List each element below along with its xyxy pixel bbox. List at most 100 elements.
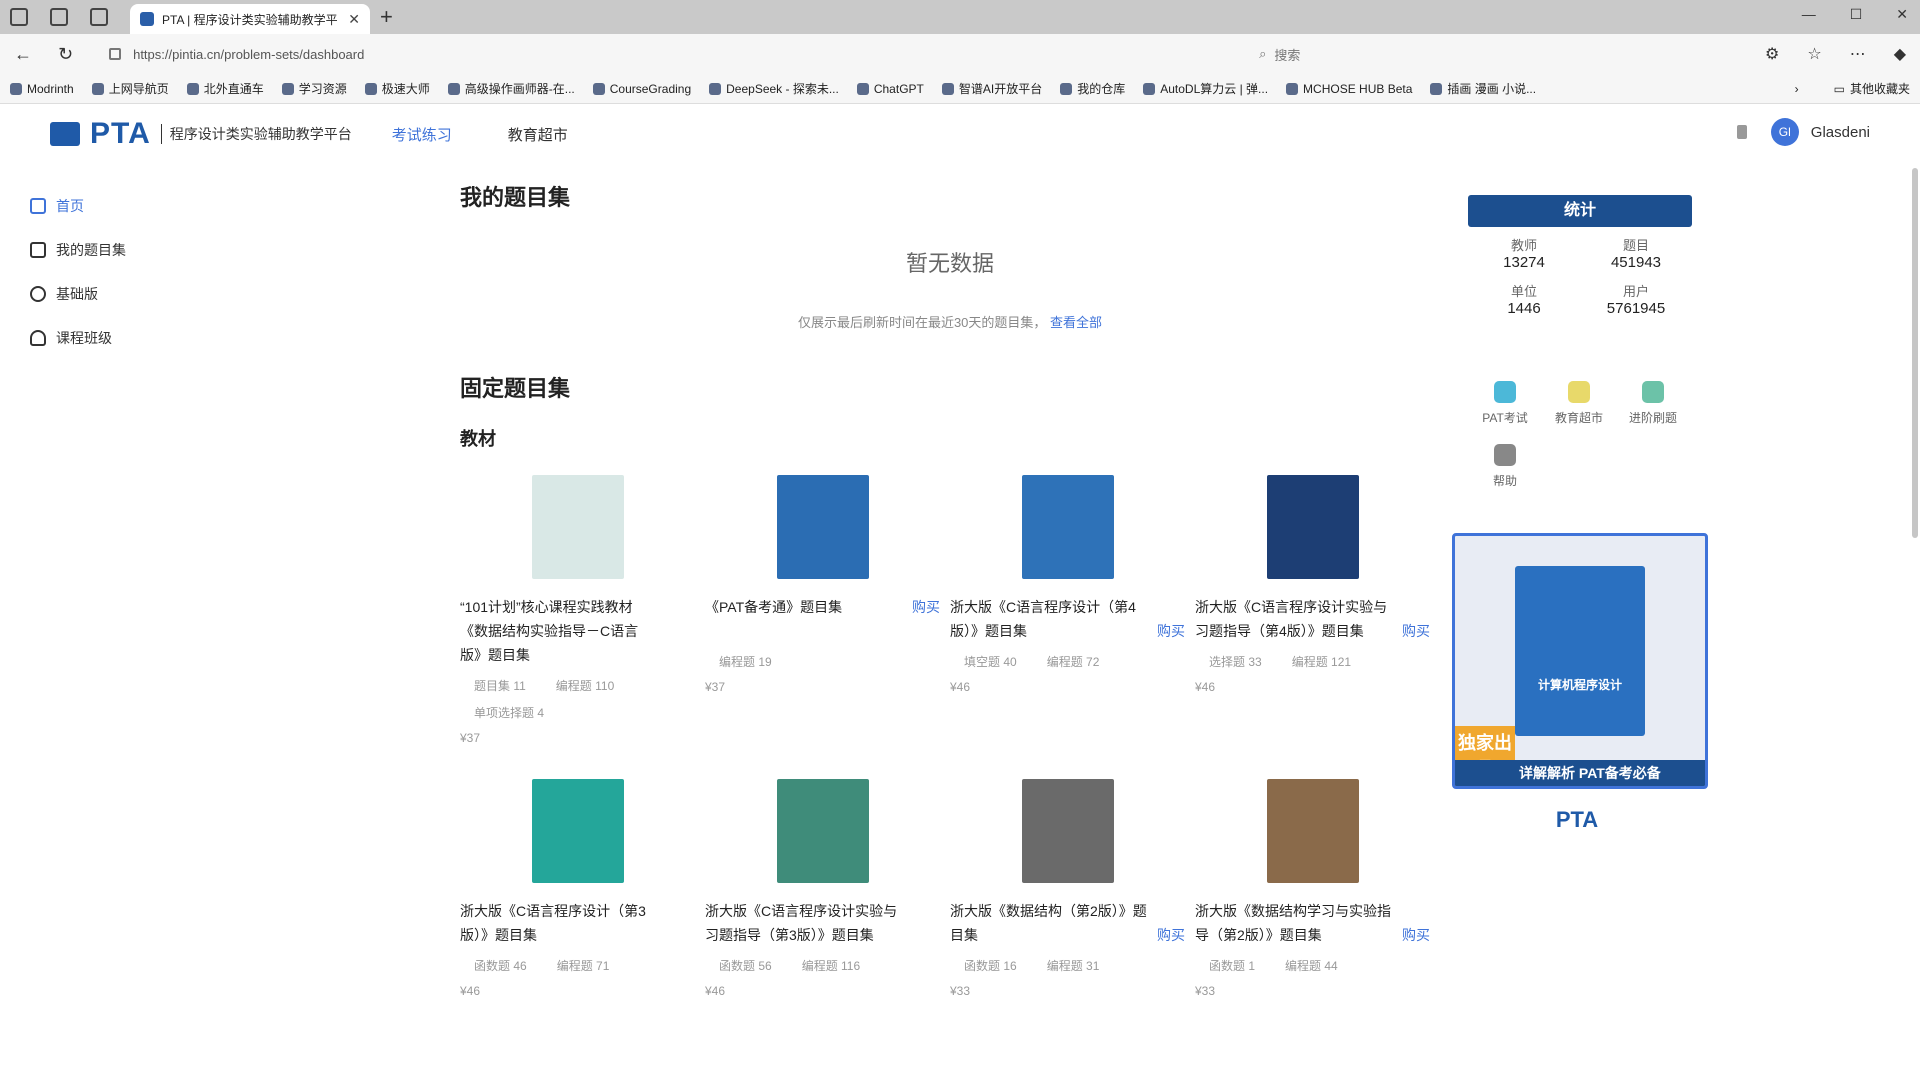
book-price: ¥37 xyxy=(460,731,481,745)
pta-footer: PTA xyxy=(1452,807,1702,833)
bookmark-label: 极速大师 xyxy=(381,82,430,96)
promo-bar: 详解解析 PAT备考必备 xyxy=(1455,760,1705,786)
buy-link[interactable]: 购买 xyxy=(1402,923,1430,947)
history-icon[interactable] xyxy=(50,8,68,26)
bookmark-item[interactable]: 高级操作画师器-在... xyxy=(447,80,575,97)
bookmark-item[interactable]: AutoDL算力云 | 弹... xyxy=(1143,80,1268,97)
bookmark-item[interactable]: Modrinth xyxy=(10,82,74,96)
address-bar: ← ↻ https://pintia.cn/problem-sets/dashb… xyxy=(0,34,1920,74)
nav-exam-practice[interactable]: 考试练习 xyxy=(392,124,452,145)
book-card[interactable]: 浙大版《数据结构（第2版）》题目集 购买 函数题 16 编程题 31 ¥33 xyxy=(950,779,1185,998)
bookmark-icon xyxy=(709,82,722,95)
tab-actions-icon[interactable] xyxy=(90,8,108,26)
bookmarks-bar: Modrinth 上网导航页 北外直通车 学习资源 极速大师 高级操作画师器-在... Co… xyxy=(0,74,1920,104)
stat-label: 题目 xyxy=(1622,238,1649,253)
bookmark-label: 智谱AI开放平台 xyxy=(958,82,1043,96)
window-controls: — ☐ ✕ xyxy=(1802,6,1908,23)
close-window-icon[interactable]: ✕ xyxy=(1896,6,1908,23)
bookmarks-folder[interactable]: › ▭ 其他收藏夹 xyxy=(1795,80,1910,97)
quick-link-icon xyxy=(1494,444,1516,466)
avatar[interactable]: Gl xyxy=(1770,118,1799,146)
quick-link-label: 进阶刷题 xyxy=(1628,411,1677,425)
bookmark-item[interactable]: MCHOSE HUB Beta xyxy=(1286,82,1412,96)
bookmark-item[interactable]: 上网导航页 xyxy=(91,80,169,97)
sidebar-item-classes[interactable]: 课程班级 xyxy=(30,316,230,360)
stat-item: 用户 5761945 xyxy=(1580,281,1692,317)
book-card[interactable]: 浙大版《C语言程序设计实验与习题指导（第4版）》题目集 购买 选择题 33 编程题 1… xyxy=(1195,475,1430,745)
quick-link[interactable]: 教育超市 xyxy=(1542,381,1616,426)
refresh-icon[interactable]: ↻ xyxy=(58,44,73,65)
copilot-icon[interactable]: ◆ xyxy=(1894,44,1906,64)
quick-link[interactable]: 进阶刷题 xyxy=(1616,381,1690,426)
book-card[interactable]: 浙大版《数据结构学习与实验指导（第2版）》题目集 购买 函数题 1 编程题 44 ¥33 xyxy=(1195,779,1430,998)
main-content: 我的题目集 暂无数据 仅展示最后刷新时间在最近30天的题目集， 查看全部 固定题… xyxy=(460,180,1440,998)
book-card[interactable]: 浙大版《C语言程序设计实验与习题指导（第3版）》题目集 函数题 56 编程题 116… xyxy=(705,779,940,998)
bookmark-item[interactable]: DeepSeek - 探索未... xyxy=(709,80,839,97)
buy-link[interactable]: 购买 xyxy=(1402,619,1430,643)
bookmark-item[interactable]: 我的仓库 xyxy=(1060,80,1125,97)
user-menu[interactable]: Gl Glasdeni xyxy=(1736,118,1870,146)
extensions-icon[interactable]: ⚙ xyxy=(1765,44,1779,64)
book-meta: 函数题 1 编程题 44 xyxy=(1195,957,1430,974)
browser-tabbar: PTA | 程序设计类实验辅助教学平 ✕ + — ☐ ✕ xyxy=(0,0,1920,34)
promo-banner[interactable]: 计算机程序设计 独家出品 详解解析 PAT备考必备 xyxy=(1452,533,1708,789)
nav-edu-market[interactable]: 教育超市 xyxy=(508,124,568,145)
book-title-wrap: 浙大版《数据结构学习与实验指导（第2版）》题目集 购买 xyxy=(1195,899,1430,947)
sidebar-item-basic[interactable]: 基础版 xyxy=(30,272,230,316)
close-tab-icon[interactable]: ✕ xyxy=(348,11,360,28)
book-title-wrap: “101计划”核心课程实践教材《数据结构实验指导－C语言版》题目集 xyxy=(460,595,695,667)
header-nav: 考试练习 教育超市 xyxy=(392,124,568,145)
site-logo[interactable]: PTA 程序设计类实验辅助教学平台 xyxy=(50,117,352,151)
page-scrollbar[interactable] xyxy=(1912,168,1918,538)
bookmark-label: DeepSeek - 探索未... xyxy=(726,82,839,96)
favorites-icon[interactable]: ☆ xyxy=(1807,44,1821,64)
bookmark-item[interactable]: CourseGrading xyxy=(592,82,691,96)
minimize-icon[interactable]: — xyxy=(1802,6,1816,23)
new-tab-icon[interactable]: + xyxy=(380,4,393,30)
quick-link[interactable]: 帮助 xyxy=(1468,444,1542,489)
bookmark-item[interactable]: 插画 漫画 小说... xyxy=(1430,80,1536,97)
notification-icon[interactable] xyxy=(1736,125,1747,139)
browser-toolbar: ⚙ ☆ ⋯ ◆ xyxy=(1765,44,1906,64)
book-card[interactable]: 浙大版《C语言程序设计（第4版）》题目集 购买 填空题 40 编程题 72 ¥46 xyxy=(950,475,1185,745)
book-meta-1: 题目集 11 xyxy=(474,679,526,693)
browser-search[interactable]: ⌕ 搜索 xyxy=(1259,45,1459,64)
more-icon[interactable]: ⋯ xyxy=(1850,44,1866,64)
bookmark-item[interactable]: 智谱AI开放平台 xyxy=(941,80,1043,97)
bookmark-item[interactable]: 北外直通车 xyxy=(186,80,264,97)
logo-icon xyxy=(50,122,80,146)
book-meta-2: 编程题 116 xyxy=(801,959,861,973)
username[interactable]: Glasdeni xyxy=(1811,124,1870,141)
buy-link[interactable]: 购买 xyxy=(912,595,940,619)
book-card[interactable]: 浙大版《C语言程序设计（第3版）》题目集 函数题 46 编程题 71 ¥46 xyxy=(460,779,695,998)
back-icon[interactable]: ← xyxy=(14,44,32,65)
workspace-icon[interactable] xyxy=(10,8,28,26)
book-title-wrap: 浙大版《C语言程序设计（第3版）》题目集 xyxy=(460,899,695,947)
sidebar-item-home[interactable]: 首页 xyxy=(30,184,230,228)
book-meta: 填空题 40 编程题 72 xyxy=(950,653,1185,670)
stat-value: 1446 xyxy=(1507,300,1541,317)
book-meta-1: 填空题 40 xyxy=(964,655,1017,669)
stat-item: 教师 13274 xyxy=(1468,235,1580,271)
browser-tab[interactable]: PTA | 程序设计类实验辅助教学平 ✕ xyxy=(130,4,370,34)
buy-link[interactable]: 购买 xyxy=(1157,619,1185,643)
right-panel: 统计 教师 13274 题目 451943 单位 1446 用户 5761945 PAT考试教… xyxy=(1452,195,1708,833)
book-meta: 函数题 56 编程题 116 xyxy=(705,957,940,974)
view-all-link[interactable]: 查看全部 xyxy=(1050,315,1102,330)
book-card[interactable]: “101计划”核心课程实践教材《数据结构实验指导－C语言版》题目集题目集 11 编… xyxy=(460,475,695,745)
bookmark-icon xyxy=(1060,82,1073,95)
bookmark-item[interactable]: 学习资源 xyxy=(281,80,347,97)
sidebar-item-my-sets[interactable]: 我的题目集 xyxy=(30,228,230,272)
bookmark-icon xyxy=(91,82,104,95)
stat-header: 统计 xyxy=(1468,195,1692,227)
bookmark-icon xyxy=(186,82,199,95)
url-field[interactable]: https://pintia.cn/problem-sets/dashboard xyxy=(99,40,1199,68)
bookmark-icon xyxy=(1286,82,1299,95)
quick-link[interactable]: PAT考试 xyxy=(1468,381,1542,426)
maximize-icon[interactable]: ☐ xyxy=(1850,6,1863,23)
bookmark-item[interactable]: ChatGPT xyxy=(856,82,924,96)
book-card[interactable]: 《PAT备考通》题目集 购买 编程题 19 ¥37 xyxy=(705,475,940,745)
book-meta: 题目集 11 编程题 110 xyxy=(460,677,695,694)
buy-link[interactable]: 购买 xyxy=(1157,923,1185,947)
bookmark-item[interactable]: 极速大师 xyxy=(364,80,430,97)
